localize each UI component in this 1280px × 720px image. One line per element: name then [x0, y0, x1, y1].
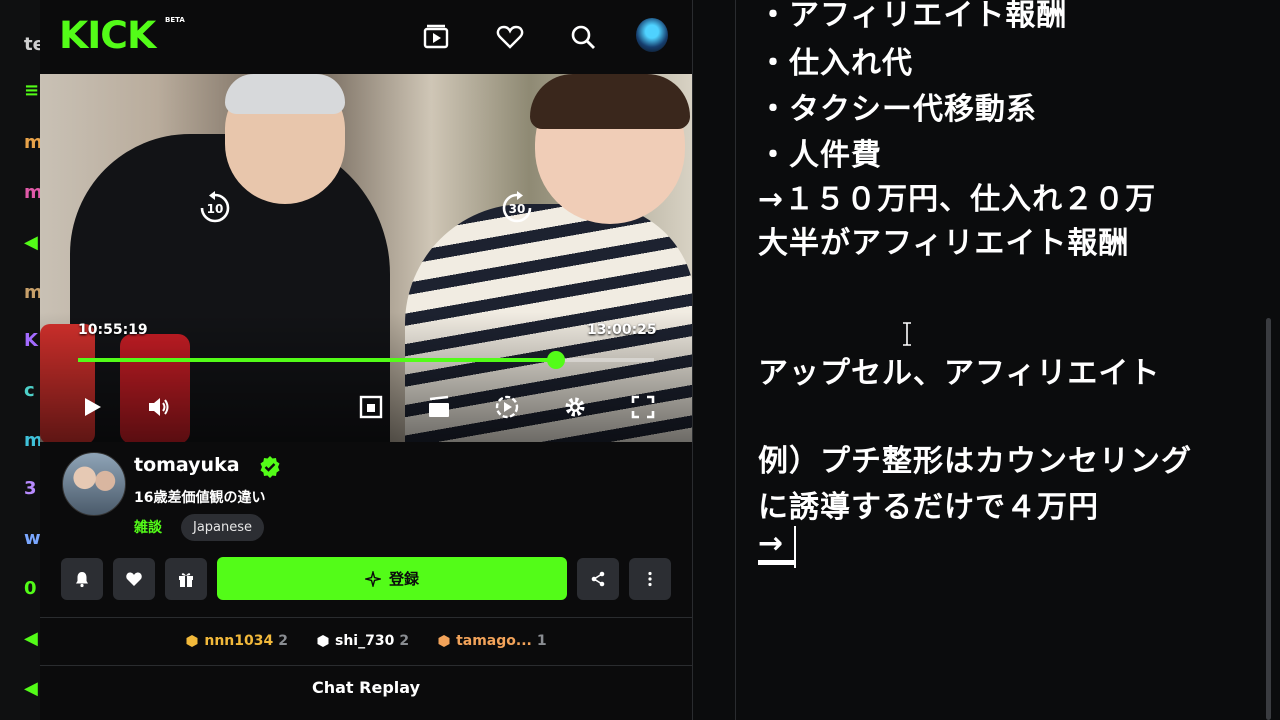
- leaderboard-user: tamago...: [456, 633, 532, 649]
- beta-label: BETA: [165, 16, 185, 24]
- chat-strip-char: c: [24, 380, 35, 401]
- text-selection-underline: [758, 560, 796, 565]
- chat-strip-char: m: [24, 282, 40, 303]
- chat-strip-char: ◀: [24, 232, 38, 253]
- progress-knob[interactable]: [547, 351, 566, 369]
- note-line: アップセル、アフィリエイト: [758, 356, 1161, 391]
- share-icon: [591, 571, 605, 587]
- kick-logo[interactable]: KICK: [59, 16, 156, 56]
- ibeam-cursor-icon: [903, 322, 911, 346]
- kick-window: KICK BETA 10 30 10:55:19 13:00:25 tomayu…: [40, 0, 693, 720]
- notes-scrollbar[interactable]: [1266, 318, 1271, 720]
- chat-strip-char: 0: [24, 578, 37, 599]
- sparkle-icon: [364, 570, 381, 587]
- note-line: →１５０万円、仕入れ２０万: [758, 182, 1157, 217]
- play-icon[interactable]: [79, 394, 105, 420]
- text-caret: [794, 526, 796, 568]
- chat-strip-char: m: [24, 430, 40, 451]
- leaderboard-item[interactable]: shi_730 2: [316, 628, 409, 654]
- leaderboard-user: shi_730: [335, 633, 395, 649]
- progress-bar[interactable]: [78, 351, 654, 369]
- follow-button[interactable]: 登録: [217, 557, 567, 600]
- gifter-leaderboard: nnn1034 2 shi_730 2 tamago... 1: [40, 628, 692, 654]
- note-line: ・仕入れ代: [758, 46, 913, 81]
- language-badge[interactable]: Japanese: [181, 514, 265, 541]
- search-icon[interactable]: [568, 22, 598, 52]
- current-time: 10:55:19: [78, 322, 148, 338]
- verified-badge-icon: [260, 456, 280, 478]
- user-avatar-icon[interactable]: [636, 18, 668, 52]
- chat-strip-char: 3: [24, 478, 37, 499]
- more-vertical-icon: [648, 571, 652, 587]
- bell-icon: [76, 572, 88, 588]
- gift-badge-icon: [438, 635, 450, 647]
- note-line: に誘導するだけで４万円: [758, 490, 1099, 525]
- forward-label: 30: [509, 202, 526, 216]
- gift-icon: [179, 573, 193, 587]
- settings-icon[interactable]: [562, 394, 588, 420]
- note-line: 例）プチ整形はカウンセリング: [758, 444, 1192, 479]
- end-time: 13:00:25: [587, 322, 657, 338]
- clips-icon[interactable]: [421, 22, 451, 52]
- note-line: →: [758, 526, 785, 561]
- follow-label: 登録: [388, 570, 419, 588]
- note-line: ・タクシー代移動系: [758, 92, 1037, 127]
- divider: [40, 617, 692, 618]
- chat-strip-char: K: [24, 330, 38, 351]
- video-frame-person-2-hair: [530, 74, 690, 129]
- chat-strip-char: m: [24, 182, 40, 203]
- leaderboard-item[interactable]: tamago... 1: [437, 628, 547, 654]
- chat-strip-char: ◀: [24, 678, 38, 699]
- chat-strip-left: te ≡ m m ◀ m Kc m 3 w 0 ◀ ◀: [0, 0, 40, 720]
- speed-icon[interactable]: [494, 394, 520, 420]
- heart-icon[interactable]: [495, 22, 525, 52]
- stream-title: 16歳差価値観の違い: [134, 490, 266, 506]
- top-navbar: KICK BETA: [40, 0, 692, 74]
- chat-strip-char: ≡: [24, 80, 40, 101]
- gift-badge-icon: [186, 635, 198, 647]
- leaderboard-item[interactable]: nnn1034 2: [185, 628, 288, 654]
- chat-strip-char: m: [24, 132, 40, 153]
- volume-icon[interactable]: [146, 394, 172, 420]
- share-button[interactable]: [577, 558, 619, 600]
- chat-strip-char: ◀: [24, 628, 38, 649]
- rewind-label: 10: [207, 202, 224, 216]
- progress-fill: [78, 358, 557, 362]
- note-line: ・アフィリエイト報酬: [758, 0, 1068, 33]
- clip-icon[interactable]: [426, 394, 452, 420]
- leaderboard-count: 1: [536, 633, 547, 649]
- leaderboard-count: 2: [399, 633, 410, 649]
- favorite-button[interactable]: [113, 558, 155, 600]
- gift-button[interactable]: [165, 558, 207, 600]
- forward-30-icon[interactable]: 30: [500, 191, 534, 225]
- leaderboard-user: nnn1034: [204, 633, 274, 649]
- divider: [40, 665, 692, 666]
- chat-strip-char: w: [24, 528, 40, 549]
- category-link[interactable]: 雑談: [134, 517, 162, 537]
- notes-panel[interactable]: ・アフィリエイト報酬 ・仕入れ代・タクシー代移動系 ・人件費 →１５０万円、仕入れ２０…: [735, 0, 1280, 720]
- gift-badge-icon: [317, 635, 329, 647]
- leaderboard-count: 2: [278, 633, 288, 649]
- heart-icon: [126, 572, 142, 586]
- note-line: ・人件費: [758, 138, 882, 173]
- notification-button[interactable]: [61, 558, 103, 600]
- fullscreen-icon[interactable]: [630, 394, 656, 420]
- channel-name[interactable]: tomayuka: [134, 454, 240, 476]
- more-options-button[interactable]: [629, 558, 671, 600]
- video-frame-person-1-hair: [225, 74, 345, 114]
- note-line: 大半がアフィリエイト報酬: [758, 226, 1130, 261]
- chat-replay-header: Chat Replay: [312, 678, 420, 697]
- miniplayer-icon[interactable]: [358, 394, 384, 420]
- channel-avatar[interactable]: [62, 452, 126, 516]
- rewind-10-icon[interactable]: 10: [198, 191, 232, 225]
- chat-strip-char: te: [24, 34, 40, 55]
- video-player[interactable]: 10 30 10:55:19 13:00:25: [40, 74, 692, 442]
